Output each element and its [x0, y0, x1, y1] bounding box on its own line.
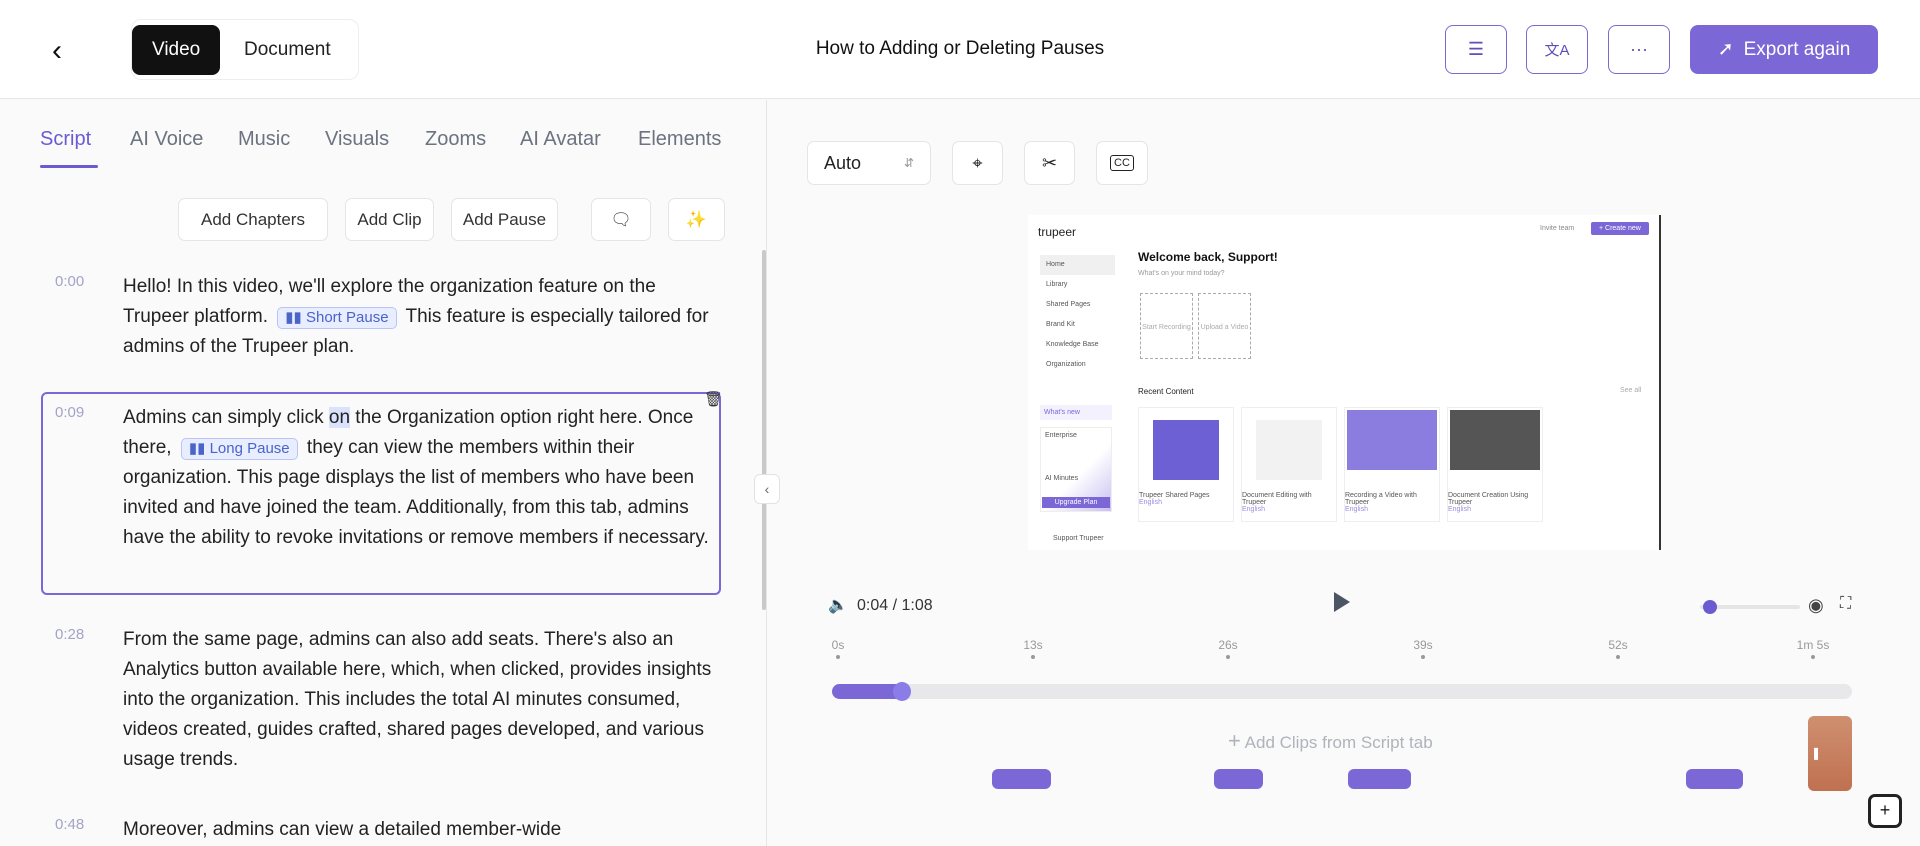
translate-icon: 文A [1544, 42, 1570, 59]
script-paragraph[interactable]: Admins can simply click on the Organizat… [123, 403, 723, 553]
zoom-slider[interactable] [1700, 600, 1800, 614]
playhead-knob[interactable] [893, 682, 912, 701]
tab-zooms[interactable]: Zooms [425, 128, 486, 151]
script-paragraph[interactable]: From the same page, admins can also add … [123, 625, 723, 775]
end-clip-block[interactable]: ❚ [1808, 716, 1852, 791]
cut-button[interactable]: ✂ [1024, 141, 1075, 185]
timeline-tick-dot [1421, 655, 1425, 659]
script-paragraph[interactable]: Moreover, admins can view a detailed mem… [123, 815, 723, 845]
timeline-tick-label: 26s [1218, 638, 1238, 652]
timeline-tick-dot [1616, 655, 1620, 659]
timeline-tick-dot [1226, 655, 1230, 659]
export-again-button[interactable]: ➚ Export again [1690, 25, 1878, 74]
time-readout: 0:04 / 1:08 [857, 597, 933, 614]
pause-marker[interactable] [1686, 769, 1743, 789]
timestamp: 0:00 [55, 273, 85, 290]
captions-button[interactable]: CC [1096, 141, 1148, 185]
add-clip-button[interactable]: Add Clip [345, 198, 434, 241]
scrollbar[interactable] [762, 250, 766, 610]
script-panel: Script AI Voice Music Visuals Zooms AI A… [0, 100, 767, 846]
add-pause-button[interactable]: Add Pause [451, 198, 558, 241]
add-clips-hint[interactable]: + Add Clips from Script tab [1228, 728, 1433, 754]
sliders-icon: ☰ [1467, 39, 1485, 59]
active-tab-indicator [40, 165, 98, 168]
more-button[interactable]: ··· [1608, 25, 1670, 74]
tab-visuals[interactable]: Visuals [325, 128, 389, 151]
tab-music[interactable]: Music [238, 128, 290, 151]
tab-ai-voice[interactable]: AI Voice [130, 128, 203, 151]
fullscreen-icon[interactable]: ⛶ [1840, 595, 1851, 613]
pause-marker[interactable] [992, 769, 1051, 789]
short-pause-tag[interactable]: ▮▮ Short Pause [277, 307, 397, 329]
crop-button[interactable]: ⌖ [952, 141, 1003, 185]
updown-icon: ⇵ [903, 156, 914, 170]
settings-sliders-button[interactable]: ☰ [1445, 25, 1507, 74]
volume-icon[interactable]: 🔈 [828, 595, 848, 615]
script-paragraph[interactable]: Hello! In this video, we'll explore the … [123, 272, 723, 362]
rocket-icon: ➚ [1717, 39, 1734, 60]
translate-button[interactable]: 文A [1526, 25, 1588, 74]
pause-marker[interactable] [1348, 769, 1411, 789]
plus-icon: + [1228, 728, 1241, 753]
timestamp: 0:28 [55, 626, 85, 643]
timeline-tick-label: 0s [831, 638, 845, 652]
timeline-tick-label: 39s [1413, 638, 1433, 652]
comment-icon: 🗨 [610, 209, 632, 229]
scissors-icon: ✂ [1041, 152, 1058, 173]
timeline-track[interactable] [832, 682, 1852, 701]
add-chapters-button[interactable]: Add Chapters [178, 198, 328, 241]
slider-knob[interactable] [1703, 600, 1717, 614]
tab-script[interactable]: Script [40, 128, 91, 151]
timeline-tick-label: 52s [1608, 638, 1628, 652]
aspect-select[interactable]: Auto ⇵ [807, 141, 931, 185]
timeline-tick-dot [836, 655, 840, 659]
magic-wand-button[interactable]: ✨ [668, 198, 725, 241]
top-bar: ‹ Video Document How to Adding or Deleti… [0, 0, 1920, 99]
play-icon[interactable] [1334, 592, 1350, 612]
magic-wand-icon: ✨ [685, 209, 708, 229]
add-plus-icon[interactable]: + [1868, 794, 1902, 828]
long-pause-tag[interactable]: ▮▮ Long Pause [180, 438, 298, 460]
cc-icon: CC [1110, 155, 1134, 171]
tab-ai-avatar[interactable]: AI Avatar [520, 128, 601, 151]
video-editor: Auto ⇵ ⌖ ✂ CC trupeer Invite team + Creat… [768, 100, 1920, 846]
eye-icon[interactable]: ◉ [1808, 595, 1824, 616]
timeline-tick-dot [1031, 655, 1035, 659]
timestamp: 0:48 [55, 816, 85, 833]
comment-button[interactable]: 🗨 [591, 198, 651, 241]
timeline-tick-label: 1m 5s [1796, 638, 1830, 652]
timeline-tick-dot [1811, 655, 1815, 659]
video-preview[interactable]: trupeer Invite team + Create new Home Li… [1028, 215, 1661, 550]
timestamp: 0:09 [55, 404, 85, 421]
more-icon: ··· [1630, 39, 1648, 59]
pause-marker[interactable] [1214, 769, 1263, 789]
tab-elements[interactable]: Elements [638, 128, 721, 151]
timeline-tick-label: 13s [1023, 638, 1043, 652]
crop-icon: ⌖ [972, 152, 983, 173]
preview-logo: trupeer [1038, 225, 1077, 239]
